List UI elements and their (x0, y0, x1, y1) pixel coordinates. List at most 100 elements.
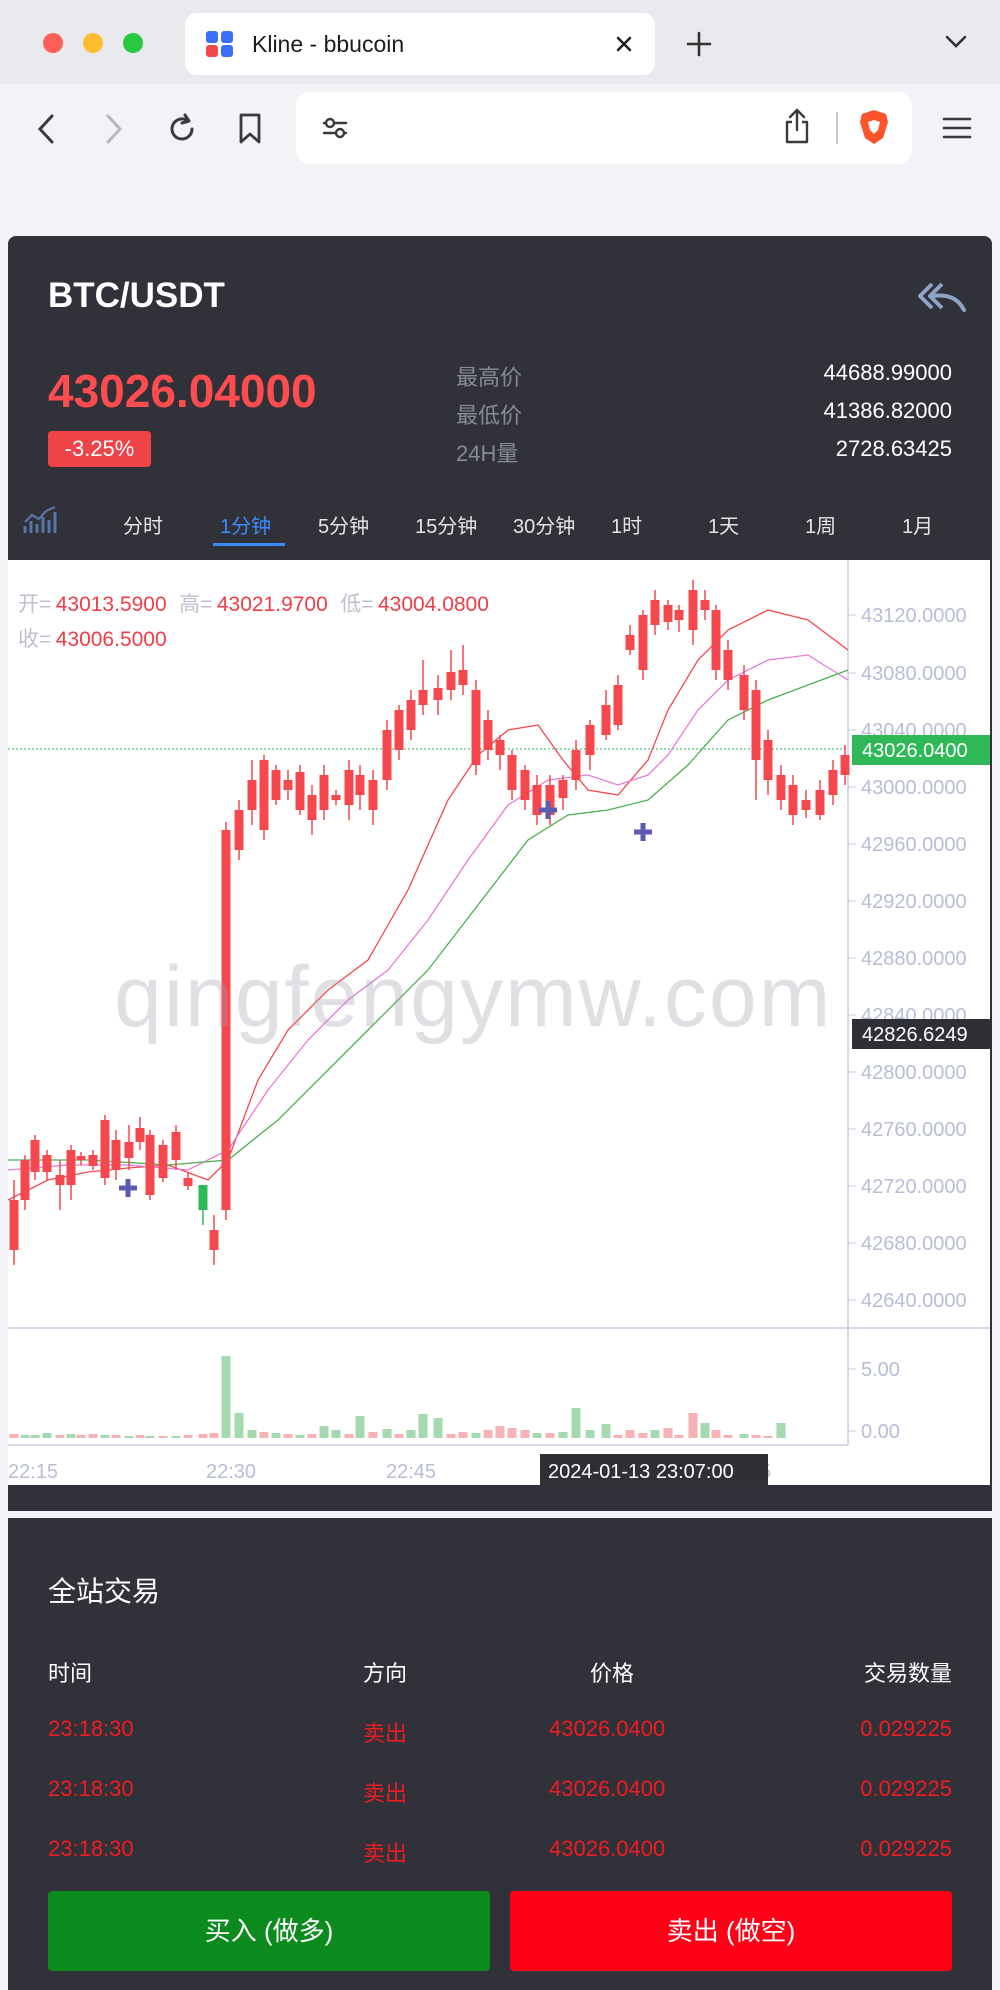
share-icon[interactable] (784, 108, 810, 144)
close-tab-icon[interactable] (615, 35, 633, 53)
browser-tab[interactable]: Kline - bbucoin (185, 13, 655, 75)
price-tick-label: 42760.0000 (861, 1119, 967, 1141)
address-bar[interactable] (296, 92, 912, 164)
volume-bar (483, 1430, 493, 1438)
chart-indicator-icon[interactable] (22, 504, 58, 536)
open-value: 43013.5900 (55, 593, 167, 616)
trade-marker (634, 823, 652, 841)
volume-bar (585, 1430, 595, 1438)
volume-bar (88, 1434, 98, 1438)
trading-pair: BTC/USDT (48, 276, 225, 315)
candle-body (406, 700, 416, 730)
buy-long-button[interactable]: 买入 (做多) (48, 1891, 490, 1971)
period-tab-timeline[interactable]: 分时 (123, 510, 163, 539)
volume-bar (247, 1430, 257, 1438)
candle-body (100, 1120, 110, 1178)
forward-icon[interactable] (104, 113, 124, 145)
col-side: 方向 (363, 1661, 408, 1686)
volume-bar (613, 1435, 623, 1438)
minimize-window-button[interactable] (83, 33, 103, 53)
tab-list-chevron-icon[interactable] (945, 34, 967, 50)
period-tab-1w[interactable]: 1周 (805, 510, 836, 539)
back-icon[interactable] (36, 113, 56, 145)
zoom-window-button[interactable] (123, 33, 143, 53)
volume-bar (111, 1435, 121, 1438)
candle-body (751, 690, 761, 760)
ma5-line (8, 609, 849, 1201)
trades-title: 全站交易 (48, 1576, 161, 1607)
trade-time: 23:18:30 (48, 1776, 134, 1801)
stat-volume-label: 24H量 (456, 441, 519, 466)
ohlc-readout-close: 收= 43006.5000 (18, 623, 167, 653)
stat-low-label: 最低价 (456, 403, 523, 428)
period-tab-1h[interactable]: 1时 (611, 510, 642, 539)
trade-side: 卖出 (363, 1841, 408, 1866)
time-tick-label: 22:15 (8, 1461, 58, 1483)
volume-bar (171, 1436, 181, 1438)
trade-time: 23:18:30 (48, 1836, 134, 1861)
period-tab-5min[interactable]: 5分钟 (318, 510, 369, 539)
volume-bar (663, 1428, 673, 1438)
volume-bar (394, 1434, 404, 1438)
volume-bar (545, 1433, 555, 1438)
site-settings-icon[interactable] (322, 116, 348, 140)
price-tick-label: 42680.0000 (861, 1233, 967, 1255)
col-time: 时间 (48, 1661, 93, 1686)
price-tick-label: 43080.0000 (861, 663, 967, 685)
volume-bar (66, 1434, 76, 1438)
reload-icon[interactable] (165, 112, 199, 146)
candle-body (76, 1156, 86, 1160)
volume-bar (283, 1434, 293, 1438)
sell-short-button[interactable]: 卖出 (做空) (510, 1891, 952, 1971)
bbucoin-favicon-icon (206, 31, 233, 57)
candle-body (331, 795, 341, 800)
period-tab-1min[interactable]: 1分钟 (220, 510, 271, 539)
trade-price: 43026.0400 (549, 1716, 666, 1741)
candle-body (247, 780, 257, 810)
volume-bar (520, 1430, 530, 1438)
volume-bar (711, 1430, 721, 1438)
volume-bar (382, 1429, 392, 1438)
volume-bar (446, 1434, 456, 1438)
period-tab-1d[interactable]: 1天 (708, 510, 739, 539)
close-window-button[interactable] (43, 33, 63, 53)
volume-bar (433, 1418, 443, 1438)
price-tick-label: 42920.0000 (861, 891, 967, 913)
bookmark-icon[interactable] (238, 112, 262, 146)
candle-body (319, 775, 329, 810)
price-tick-label: 42720.0000 (861, 1176, 967, 1198)
low-value: 43004.0800 (377, 593, 489, 616)
volume-bar (751, 1435, 761, 1438)
back-arrow-icon[interactable] (918, 280, 966, 314)
volume-bar (55, 1435, 65, 1438)
candle-body (283, 780, 293, 790)
trade-price: 43026.0400 (549, 1836, 666, 1861)
candle-body (295, 772, 305, 810)
candle-body (723, 650, 733, 680)
trades-panel: 全站交易 时间 方向 价格 交易数量 23:18:30 卖出 43026.040… (8, 1518, 992, 1990)
volume-bar (571, 1408, 581, 1438)
watermark: qingfengymw.com (114, 949, 833, 1045)
kline-chart[interactable]: 43120.0000 43080.0000 43040.0000 43000.0000… (8, 560, 990, 1485)
period-tab-1mo[interactable]: 1月 (902, 510, 933, 539)
menu-icon[interactable] (942, 116, 972, 140)
volume-bar (259, 1432, 269, 1438)
col-price: 价格 (590, 1661, 635, 1686)
volume-bar (355, 1416, 365, 1438)
brave-shields-icon[interactable] (858, 108, 890, 146)
period-tab-15min[interactable]: 15分钟 (415, 510, 477, 539)
new-tab-icon[interactable] (686, 31, 712, 57)
volume-bar (495, 1426, 505, 1438)
volume-bar (135, 1435, 145, 1438)
open-label: 开= (18, 593, 52, 616)
crosshair-price-tag-label: 42826.6249 (862, 1024, 968, 1046)
stat-high-label: 最高价 (456, 365, 523, 390)
period-tab-30min[interactable]: 30分钟 (513, 510, 575, 539)
high-value: 43021.9700 (216, 593, 328, 616)
candle-body (259, 760, 269, 830)
volume-bar (601, 1424, 611, 1438)
close-value: 43006.5000 (55, 628, 167, 651)
candle-body (613, 685, 623, 725)
candle-body (495, 740, 505, 755)
candle-body (234, 810, 244, 850)
